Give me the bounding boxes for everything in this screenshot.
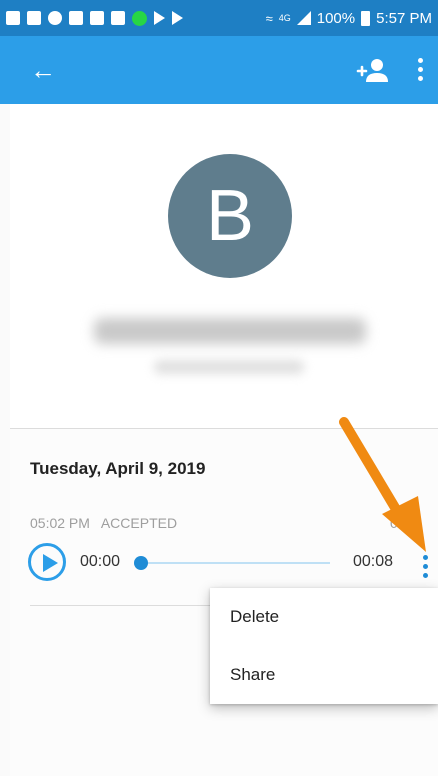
- avatar: B: [168, 154, 292, 278]
- shield-notification-icon: [111, 11, 125, 25]
- row-divider: [30, 605, 230, 606]
- notification-icons: [6, 10, 183, 26]
- call-time: 05:02 PM: [30, 515, 90, 531]
- redacted-contact-name: [94, 318, 366, 344]
- annotation-arrow-icon: [339, 417, 426, 552]
- call-time-status: 05:02 PM ACCEPTED: [30, 515, 177, 531]
- network-label: 4G: [278, 13, 291, 23]
- image-notification-icon: [27, 11, 41, 25]
- clock: 5:57 PM: [376, 9, 432, 27]
- arrow-left-icon[interactable]: ←: [30, 56, 56, 84]
- playback-start-time: 00:00: [80, 553, 121, 570]
- seek-track[interactable]: [140, 562, 330, 564]
- seek-knob[interactable]: [134, 556, 148, 570]
- more-vertical-icon[interactable]: [414, 54, 426, 86]
- play-store-2-icon: [172, 11, 183, 25]
- status-right: ≈ 4G 100% 5:57 PM: [266, 10, 432, 27]
- person-add-icon[interactable]: [356, 56, 390, 84]
- play-store-icon: [154, 11, 165, 25]
- green-dot-icon: [132, 10, 147, 26]
- menu-item-delete[interactable]: Delete: [210, 588, 438, 646]
- redacted-contact-number: [154, 360, 304, 374]
- app-bar: ←: [0, 36, 438, 104]
- context-menu: Delete Share: [210, 588, 438, 704]
- call-status: ACCEPTED: [100, 515, 178, 531]
- play-icon: [43, 554, 58, 572]
- menu-item-share[interactable]: Share: [210, 646, 438, 704]
- lock-notification-icon: [69, 11, 83, 25]
- sync-notification-icon: [48, 11, 62, 25]
- play-button[interactable]: [28, 543, 66, 581]
- app-notification-icon: [90, 11, 104, 25]
- status-bar: ≈ 4G 100% 5:57 PM: [0, 0, 438, 36]
- battery-icon: [361, 10, 371, 26]
- checkbox-notification-icon: [6, 11, 20, 25]
- wifi-icon: ≈: [265, 10, 273, 26]
- date-header: Tuesday, April 9, 2019: [30, 459, 206, 478]
- battery-percent: 100%: [316, 9, 356, 27]
- signal-icon: [296, 11, 311, 25]
